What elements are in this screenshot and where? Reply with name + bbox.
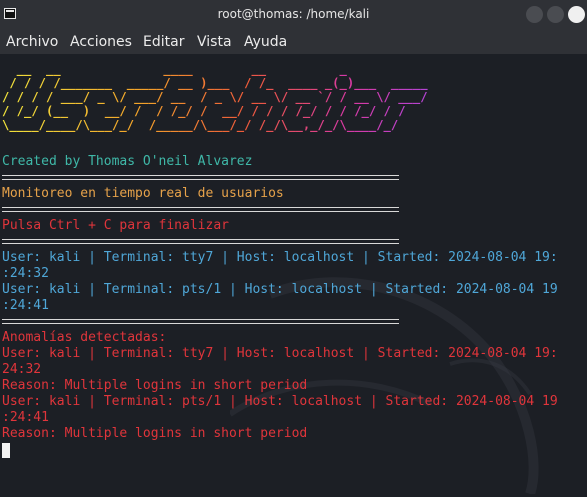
session-line: :24:41 <box>2 298 49 313</box>
menu-acciones[interactable]: Acciones <box>70 34 132 50</box>
session-line: User: kali | Terminal: pts/1 | Host: loc… <box>2 282 558 297</box>
separator <box>2 239 399 244</box>
vertical-scrollbar[interactable] <box>578 54 587 497</box>
menu-bar: Archivo Acciones Editar Vista Ayuda <box>0 30 587 54</box>
ascii-banner-line-5: \____/____/\___/_/ /_____/\___/_/ /_/\__… <box>2 118 421 132</box>
anomaly-line: :24:41 <box>2 410 49 425</box>
close-button[interactable] <box>568 6 585 23</box>
anomaly-reason: Reason: Multiple logins in short period <box>2 378 308 393</box>
maximize-button[interactable] <box>547 6 564 23</box>
menu-archivo[interactable]: Archivo <box>6 34 58 50</box>
ascii-banner-line-2: / / / /_______ _____/ __ )___ / /_ ____ … <box>2 76 428 90</box>
separator <box>2 175 399 180</box>
ascii-banner-line-3: / / / / ___/ _ \/ ___/ __ / _ \/ __ \/ _… <box>2 90 428 104</box>
separator <box>2 319 399 324</box>
exit-hint: Pulsa Ctrl + C para finalizar <box>2 218 229 233</box>
anomaly-line: 24:32 <box>2 362 42 377</box>
terminal-window: root@thomas: /home/kali Archivo Acciones… <box>0 0 587 497</box>
anomaly-reason: Reason: Multiple logins in short period <box>2 426 308 441</box>
minimize-button[interactable] <box>526 6 543 23</box>
separator <box>2 207 399 212</box>
anomaly-line: User: kali | Terminal: tty7 | Host: loca… <box>2 346 558 361</box>
window-title: root@thomas: /home/kali <box>217 7 370 21</box>
anomaly-line: User: kali | Terminal: pts/1 | Host: loc… <box>2 394 558 409</box>
session-line: User: kali | Terminal: tty7 | Host: loca… <box>2 250 558 265</box>
title-bar[interactable]: root@thomas: /home/kali <box>0 0 587 30</box>
session-line: :24:32 <box>2 266 49 281</box>
terminal-cursor <box>2 443 10 458</box>
menu-vista[interactable]: Vista <box>197 34 232 50</box>
anomalies-heading: Anomalías detectadas: <box>2 330 167 345</box>
menu-editar[interactable]: Editar <box>143 34 184 50</box>
monitor-heading: Monitoreo en tiempo real de usuarios <box>2 186 284 201</box>
ascii-banner-line-1: __ __ ____ __ _ <box>2 62 413 76</box>
credit-line: Created by Thomas O'neil Álvarez <box>2 154 253 169</box>
ascii-banner-line-4: / /_/ (__ ) __/ / / /_/ / __/ / / / /_/ … <box>2 104 421 118</box>
menu-ayuda[interactable]: Ayuda <box>244 34 287 50</box>
terminal-output[interactable]: __ __ ____ __ _ / / / /_______ _____/ __… <box>0 54 587 497</box>
